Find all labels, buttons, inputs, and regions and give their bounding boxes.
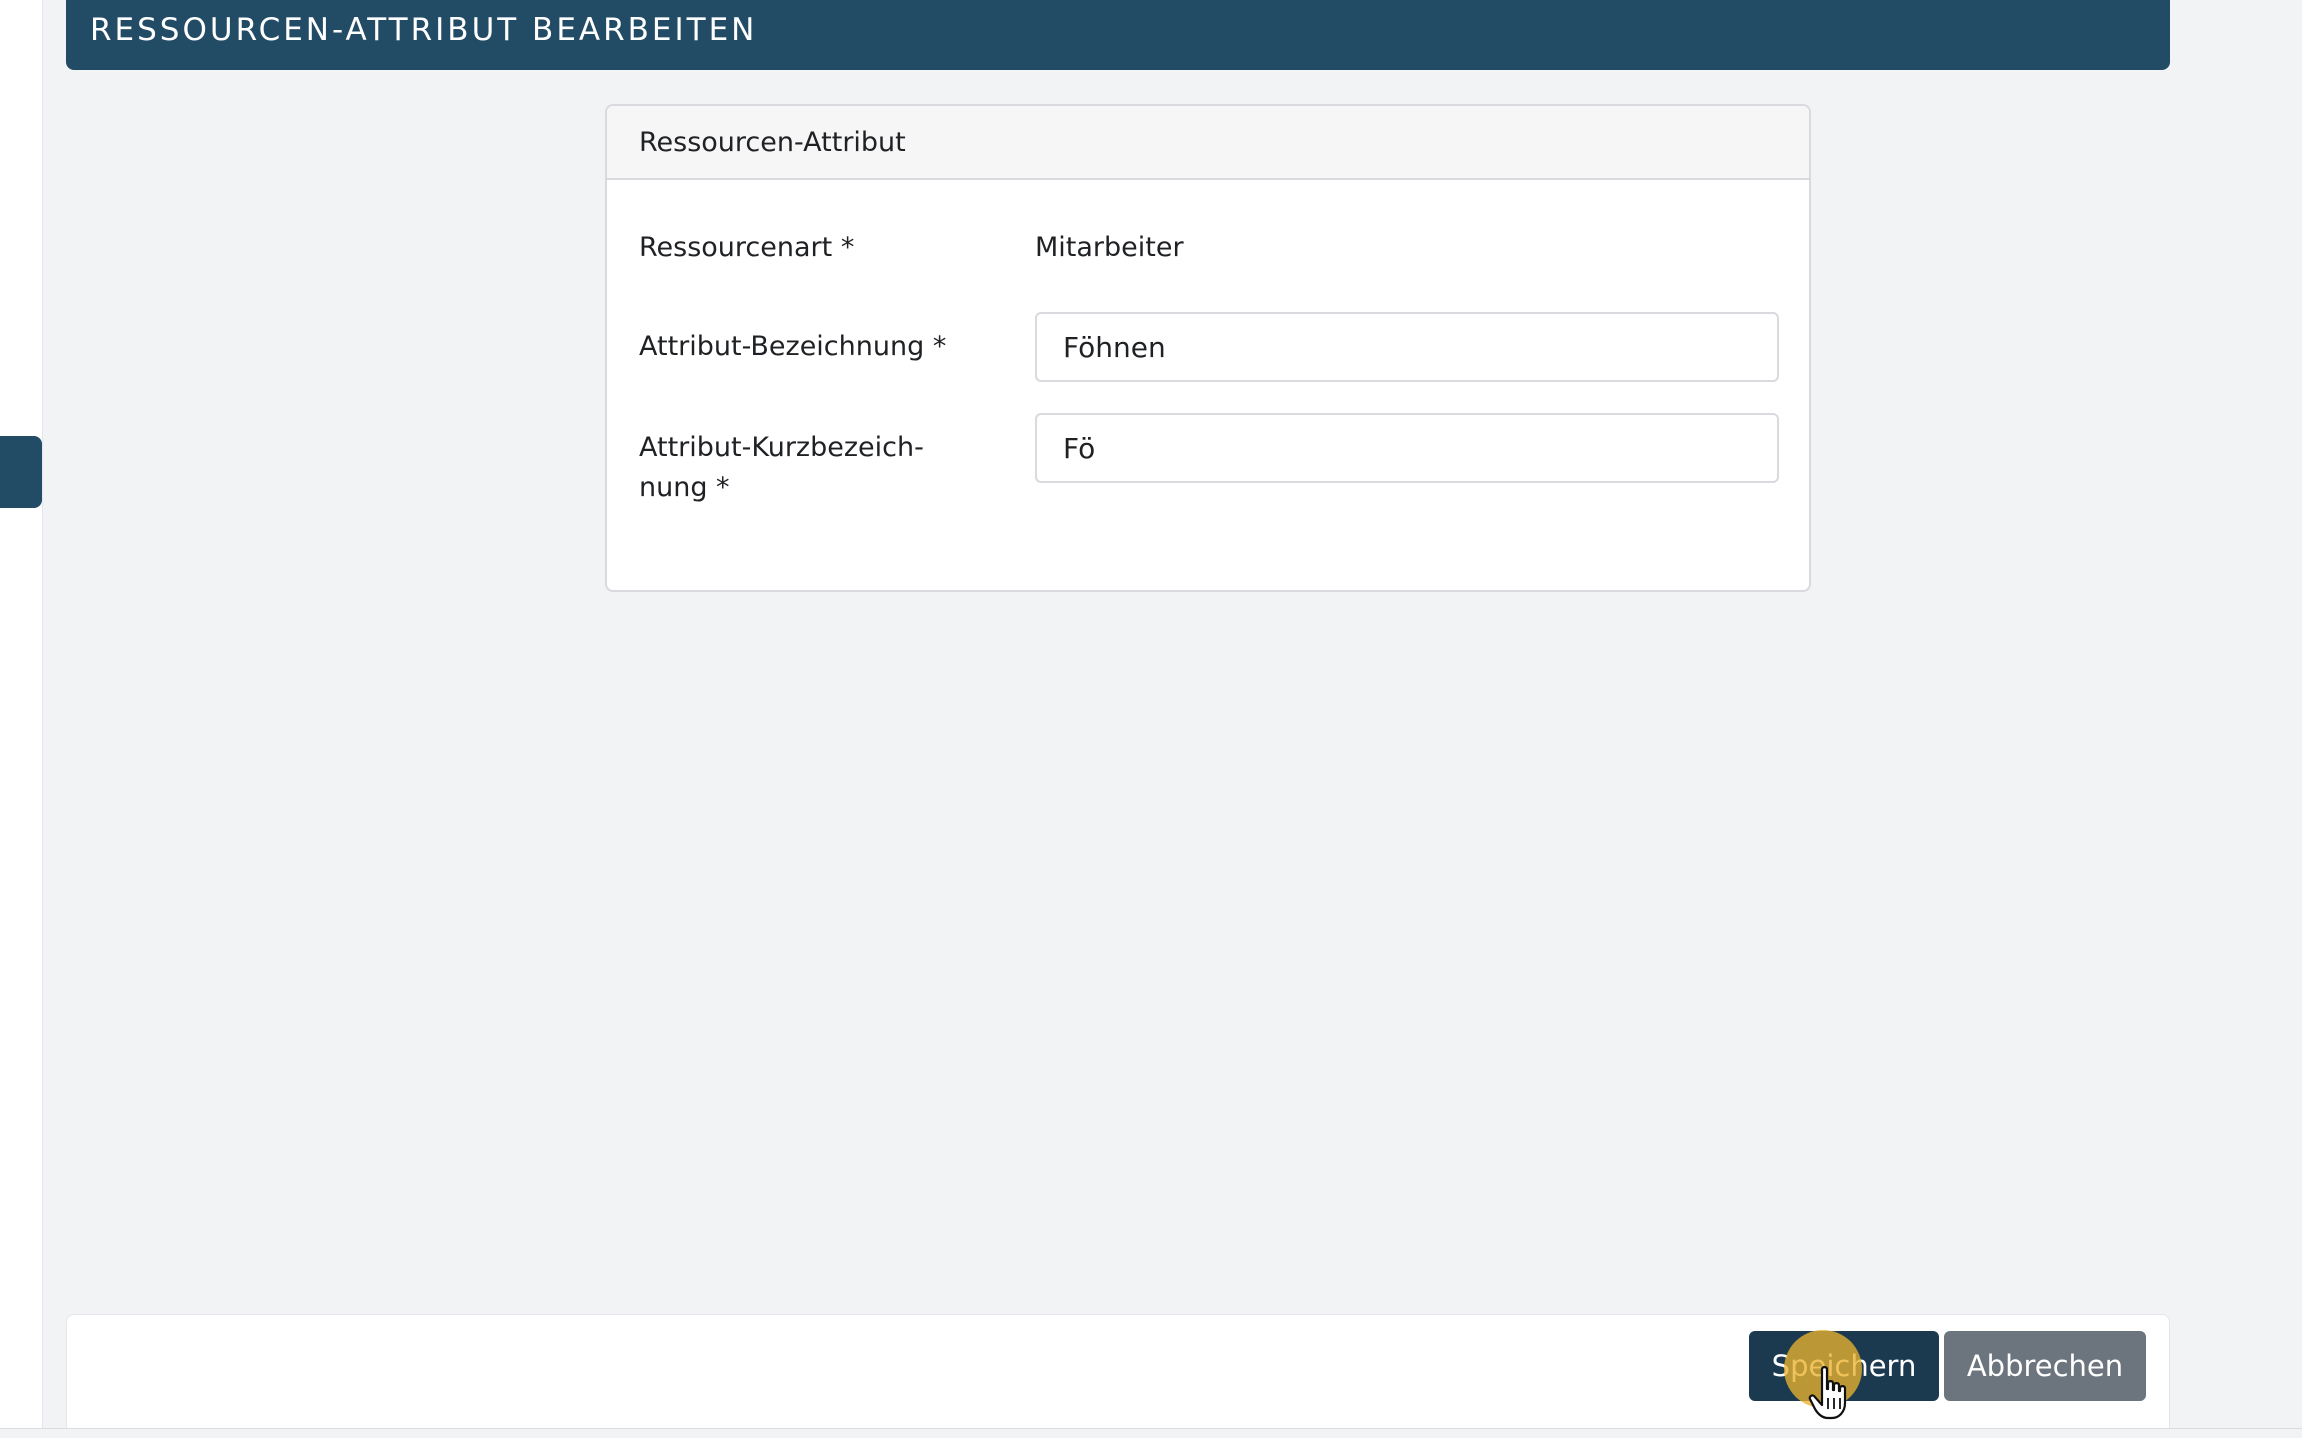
attribute-short-name-input[interactable]	[1035, 413, 1779, 483]
resource-attribute-card: Ressourcen-Attribut Ressourcenart * Mita…	[605, 104, 1811, 592]
page-title: RESSOURCEN-ATTRIBUT BEARBEITEN	[90, 12, 758, 48]
card-title: Ressourcen-Attribut	[639, 126, 906, 158]
sidebar-toggle-tab[interactable]	[0, 436, 42, 508]
save-button[interactable]: Speichern	[1749, 1331, 1939, 1401]
resource-type-label: Ressourcenart *	[639, 232, 855, 263]
bottom-page-footer	[0, 1428, 2302, 1438]
card-header: Ressourcen-Attribut	[607, 106, 1809, 180]
page: RESSOURCEN-ATTRIBUT BEARBEITEN Ressource…	[0, 0, 2302, 1438]
cancel-button[interactable]: Abbrechen	[1944, 1331, 2146, 1401]
resource-type-value: Mitarbeiter	[1035, 232, 1184, 263]
attribute-name-input[interactable]	[1035, 312, 1779, 382]
attribute-name-label: Attribut-Bezeichnung *	[639, 331, 947, 362]
page-header: RESSOURCEN-ATTRIBUT BEARBEITEN	[66, 0, 2170, 70]
left-sidebar	[0, 0, 43, 1438]
attribute-short-name-label: Attribut-Kurzbezeich- nung *	[639, 432, 924, 503]
